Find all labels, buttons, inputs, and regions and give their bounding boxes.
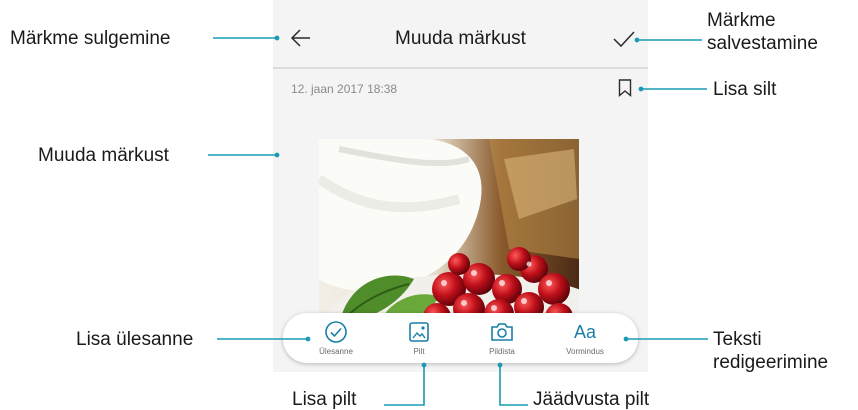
label-save-note: Märkme salvestamine: [707, 9, 818, 55]
label-add-image: Lisa pilt: [292, 389, 357, 410]
label-close-note: Märkme sulgemine: [10, 28, 171, 49]
label-save-note-line1: Märkme: [707, 10, 776, 31]
label-save-note-line2: salvestamine: [707, 33, 818, 54]
label-capture-image: Jäädvusta pilt: [533, 389, 650, 410]
label-add-tag: Lisa silt: [713, 79, 777, 100]
label-edit-text-line2: redigeerimine: [713, 352, 829, 373]
label-add-task: Lisa ülesanne: [76, 329, 194, 350]
label-edit-note: Muuda märkust: [38, 145, 169, 166]
label-edit-text: Teksti redigeerimine: [713, 328, 828, 374]
label-edit-text-line1: Teksti: [713, 329, 762, 350]
